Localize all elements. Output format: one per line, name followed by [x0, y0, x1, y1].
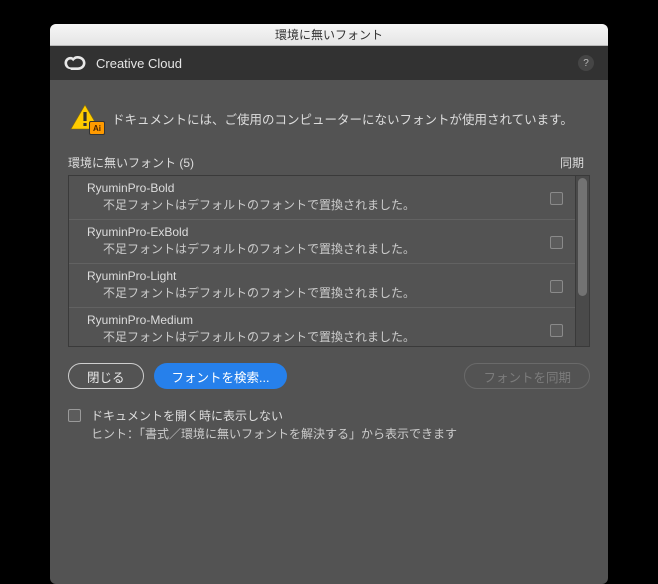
- warning-icon: Ai: [70, 104, 100, 132]
- creative-cloud-label: Creative Cloud: [96, 56, 182, 71]
- font-name: RyuminPro-Light: [87, 268, 550, 285]
- search-fonts-button[interactable]: フォントを検索...: [154, 363, 288, 389]
- font-name: RyuminPro-ExBold: [87, 224, 550, 241]
- dont-show-label: ドキュメントを開く時に表示しない: [91, 407, 457, 425]
- font-replaced-msg: 不足フォントはデフォルトのフォントで置換されました。: [87, 329, 550, 346]
- font-item: RyuminPro-Medium 不足フォントはデフォルトのフォントで置換されま…: [69, 308, 575, 346]
- sync-checkbox[interactable]: [550, 324, 563, 337]
- window-titlebar: 環境に無いフォント: [50, 24, 608, 46]
- warning-row: Ai ドキュメントには、ご使用のコンピューターにないフォントが使用されています。: [68, 98, 590, 150]
- font-list: RyuminPro-Bold 不足フォントはデフォルトのフォントで置換されました…: [68, 175, 590, 347]
- font-name: RyuminPro-Medium: [87, 312, 550, 329]
- close-button[interactable]: 閉じる: [68, 363, 144, 389]
- font-item: RyuminPro-ExBold 不足フォントはデフォルトのフォントで置換されま…: [69, 220, 575, 264]
- font-replaced-msg: 不足フォントはデフォルトのフォントで置換されました。: [87, 241, 550, 258]
- illustrator-badge-icon: Ai: [89, 121, 105, 135]
- sync-column-label: 同期: [560, 154, 584, 171]
- window-title: 環境に無いフォント: [275, 26, 383, 43]
- scrollbar-thumb[interactable]: [578, 178, 587, 296]
- sync-checkbox[interactable]: [550, 280, 563, 293]
- font-item: RyuminPro-Bold 不足フォントはデフォルトのフォントで置換されました…: [69, 176, 575, 220]
- missing-fonts-label: 環境に無いフォント (5): [68, 154, 194, 171]
- scrollbar[interactable]: [575, 176, 589, 346]
- sync-fonts-button: フォントを同期: [464, 363, 590, 389]
- sync-checkbox[interactable]: [550, 236, 563, 249]
- dont-show-checkbox[interactable]: [68, 409, 81, 422]
- missing-fonts-dialog: 環境に無いフォント Creative Cloud ? Ai: [50, 24, 608, 584]
- creative-cloud-icon: [64, 56, 86, 70]
- dont-show-row: ドキュメントを開く時に表示しない ヒント：「書式／環境に無いフォントを解決する」…: [68, 403, 590, 445]
- creative-cloud-header: Creative Cloud ?: [50, 46, 608, 80]
- help-icon[interactable]: ?: [578, 55, 594, 71]
- button-row: 閉じる フォントを検索... フォントを同期: [68, 347, 590, 403]
- sync-checkbox[interactable]: [550, 192, 563, 205]
- dialog-content: Ai ドキュメントには、ご使用のコンピューターにないフォントが使用されています。…: [50, 80, 608, 584]
- font-item: RyuminPro-Light 不足フォントはデフォルトのフォントで置換されまし…: [69, 264, 575, 308]
- font-list-viewport: RyuminPro-Bold 不足フォントはデフォルトのフォントで置換されました…: [69, 176, 575, 346]
- font-replaced-msg: 不足フォントはデフォルトのフォントで置換されました。: [87, 197, 550, 214]
- font-list-header: 環境に無いフォント (5) 同期: [68, 150, 590, 175]
- font-replaced-msg: 不足フォントはデフォルトのフォントで置換されました。: [87, 285, 550, 302]
- warning-text: ドキュメントには、ご使用のコンピューターにないフォントが使用されています。: [112, 109, 573, 128]
- hint-text: ヒント：「書式／環境に無いフォントを解決する」から表示できます: [91, 425, 457, 443]
- font-name: RyuminPro-Bold: [87, 180, 550, 197]
